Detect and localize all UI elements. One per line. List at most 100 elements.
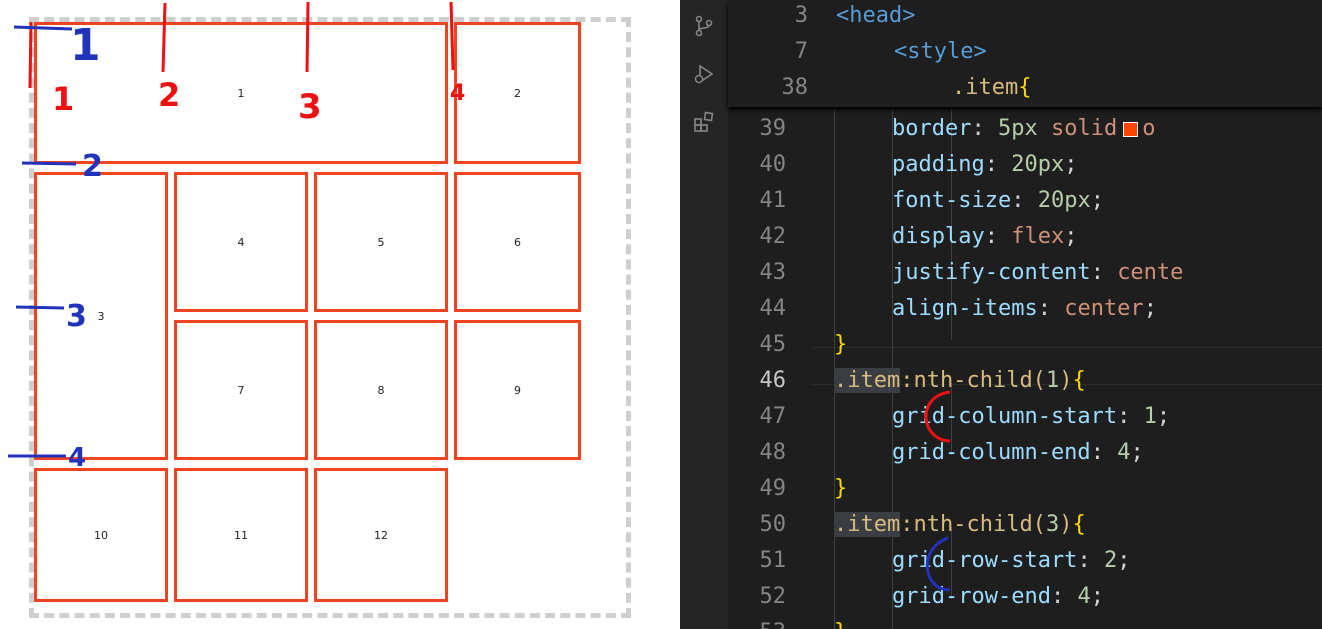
- code-editor: 394041424344454647484950515253 border: 5…: [680, 0, 1322, 629]
- code-line[interactable]: }: [834, 327, 847, 363]
- code-token: {: [1018, 75, 1032, 100]
- grid-item-2: 2: [454, 22, 581, 164]
- line-number: 44: [759, 296, 787, 321]
- code-token: <head>: [836, 3, 916, 28]
- code-token: }: [834, 620, 847, 629]
- code-token: <style>: [894, 39, 987, 64]
- code-token: }: [834, 476, 848, 501]
- code-token: grid-row-end: [892, 584, 1051, 609]
- sticky-line-number: 38: [781, 75, 809, 100]
- code-token: :: [971, 116, 998, 141]
- code-token: :: [1037, 296, 1065, 321]
- code-token: o: [1142, 116, 1156, 141]
- code-line[interactable]: display: flex;: [892, 219, 1077, 255]
- code-line[interactable]: .item:nth-child(3){: [834, 507, 1086, 543]
- code-line[interactable]: grid-column-end: 4;: [892, 435, 1144, 471]
- activity-bar: [680, 0, 728, 629]
- sticky-scroll-header[interactable]: 3 <head> 7 <style> 38 .item{: [728, 0, 1322, 107]
- code-line[interactable]: grid-row-start: 2;: [892, 543, 1130, 579]
- code-token: :: [1090, 440, 1118, 465]
- code-token: :: [1090, 260, 1118, 285]
- code-token: :: [1077, 548, 1104, 573]
- grid-item-12: 12: [314, 468, 448, 602]
- color-swatch[interactable]: [1123, 121, 1139, 137]
- line-number: 47: [759, 404, 787, 429]
- code-token: 5px: [997, 116, 1038, 141]
- code-token: .item: [834, 368, 901, 393]
- sticky-code-line[interactable]: <head>: [836, 0, 915, 34]
- code-token: 3: [1045, 512, 1060, 537]
- code-token: ;: [1156, 404, 1171, 429]
- line-number: 41: [759, 188, 787, 213]
- code-token: 4: [1077, 584, 1091, 609]
- grid-item-10: 10: [34, 468, 168, 602]
- code-token: ;: [1064, 224, 1078, 249]
- source-control-icon[interactable]: [692, 14, 716, 38]
- code-token: :nth-child(: [900, 368, 1046, 393]
- sticky-line-number: 7: [794, 39, 808, 64]
- code-token: .item: [952, 75, 1019, 100]
- sticky-code-line[interactable]: .item{: [952, 70, 1031, 106]
- code-token: {: [1072, 368, 1086, 393]
- grid-item-9: 9: [454, 320, 581, 460]
- code-line[interactable]: border: 5px solid o: [892, 111, 1155, 147]
- code-token: ;: [1090, 188, 1104, 213]
- code-token: :: [1117, 404, 1144, 429]
- code-line[interactable]: font-size: 20px;: [892, 183, 1104, 219]
- code-line[interactable]: }: [834, 615, 847, 629]
- code-token: 2: [1103, 548, 1118, 573]
- grid-item-4: 4: [174, 172, 308, 312]
- code-token: solid: [1050, 116, 1118, 141]
- code-token: ;: [1090, 584, 1104, 609]
- code-token: grid-column-start: [892, 404, 1118, 429]
- line-number: 39: [759, 116, 787, 141]
- code-token: flex: [1011, 224, 1065, 249]
- code-token: center: [1064, 296, 1144, 321]
- code-line[interactable]: grid-column-start: 1;: [892, 399, 1170, 435]
- line-number: 46: [759, 368, 787, 393]
- code-token: :nth-child(: [900, 512, 1046, 537]
- code-token: 20px: [1037, 188, 1091, 213]
- grid-preview: 1 2 3 4 5 6 7 8 9 10 11 12 1 2 3 4 1 2 3 4: [0, 0, 680, 629]
- code-token: border: [892, 116, 972, 141]
- code-token: padding: [892, 152, 985, 177]
- code-line[interactable]: align-items: center;: [892, 291, 1157, 327]
- code-token: :: [1011, 188, 1038, 213]
- code-token: font-size: [892, 188, 1012, 213]
- grid-item-8: 8: [314, 320, 448, 460]
- code-token: grid-row-start: [892, 548, 1078, 573]
- extensions-icon[interactable]: [692, 110, 716, 134]
- line-number: 40: [759, 152, 787, 177]
- code-token: justify-content: [892, 260, 1091, 285]
- code-token: ): [1059, 368, 1073, 393]
- grid-item-11: 11: [174, 468, 308, 602]
- code-line[interactable]: }: [834, 471, 847, 507]
- code-token: ;: [1064, 152, 1078, 177]
- run-debug-icon[interactable]: [692, 62, 716, 86]
- line-number: 52: [759, 584, 787, 609]
- code-token: align-items: [892, 296, 1038, 321]
- line-number: 51: [759, 548, 787, 573]
- code-token: {: [1072, 512, 1086, 537]
- grid-item-1: 1: [34, 22, 448, 164]
- code-line[interactable]: padding: 20px;: [892, 147, 1077, 183]
- code-token: ): [1059, 512, 1073, 537]
- code-token: ;: [1117, 548, 1131, 573]
- code-token: 4: [1117, 440, 1131, 465]
- sticky-code-line[interactable]: <style>: [894, 34, 987, 70]
- grid-item-5: 5: [314, 172, 448, 312]
- code-token: :: [984, 224, 1012, 249]
- grid-item-6: 6: [454, 172, 581, 312]
- code-token: :: [1050, 584, 1078, 609]
- grid-item-7: 7: [174, 320, 308, 460]
- code-line[interactable]: justify-content: cente: [892, 255, 1183, 291]
- code-line[interactable]: grid-row-end: 4;: [892, 579, 1104, 615]
- code-token: }: [834, 332, 848, 357]
- line-number: 45: [759, 332, 787, 357]
- line-number: 49: [759, 476, 787, 501]
- code-line[interactable]: .item:nth-child(1){: [834, 363, 1086, 399]
- code-token: ;: [1130, 440, 1144, 465]
- code-token: display: [892, 224, 985, 249]
- code-token: cente: [1117, 260, 1184, 285]
